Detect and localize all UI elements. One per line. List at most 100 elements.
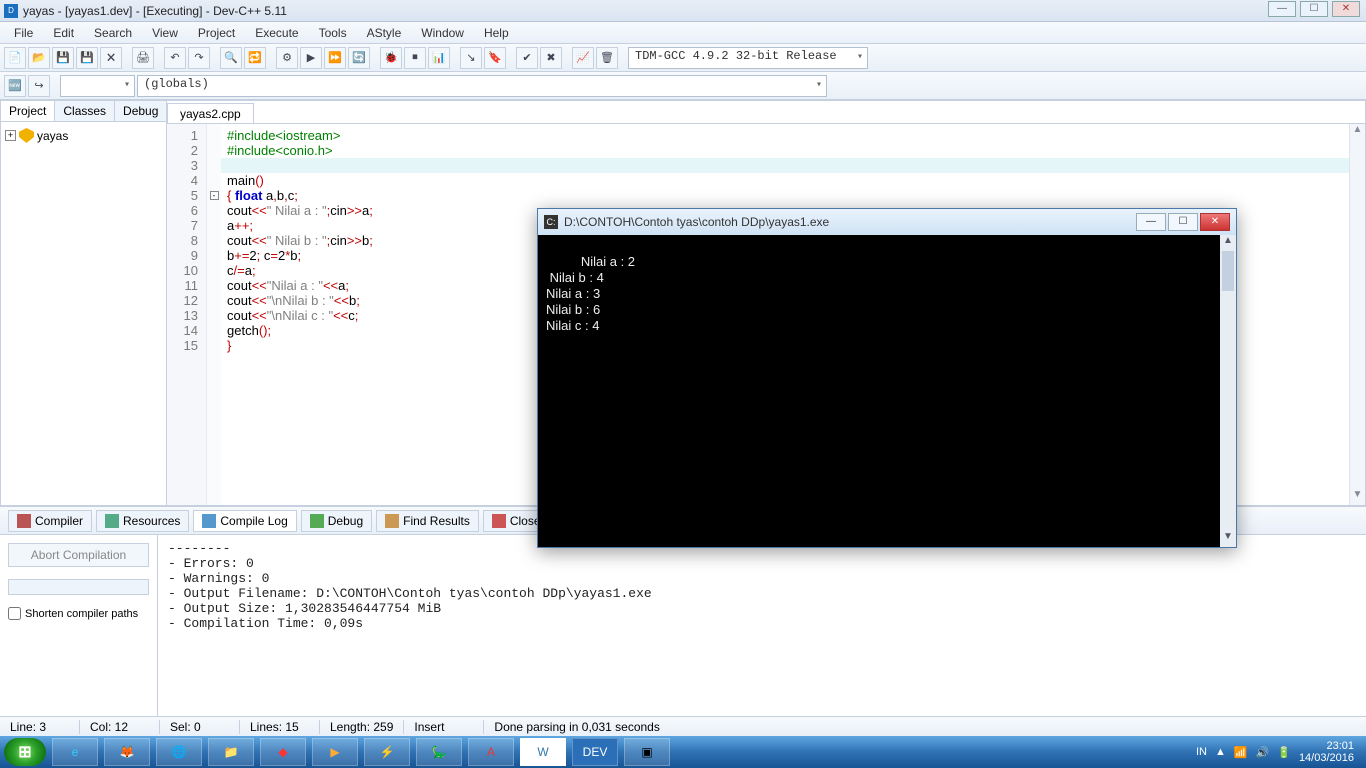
console-maximize-button[interactable]: ☐: [1168, 213, 1198, 231]
sidebar-tab-classes[interactable]: Classes: [55, 101, 115, 121]
status-mode: Insert: [404, 720, 484, 734]
tray-flag-icon[interactable]: ▲: [1215, 746, 1226, 758]
replace-icon[interactable]: 🔁: [244, 47, 266, 69]
minimize-button[interactable]: —: [1268, 1, 1296, 17]
menu-file[interactable]: File: [4, 24, 43, 42]
tray-lang[interactable]: IN: [1196, 746, 1207, 758]
console-output[interactable]: Nilai a : 2 Nilai b : 4 Nilai a : 3 Nila…: [538, 235, 1236, 547]
expand-icon[interactable]: +: [5, 130, 16, 141]
sidebar-tab-debug[interactable]: Debug: [115, 101, 167, 121]
goto-class-icon[interactable]: ↪: [28, 75, 50, 97]
windows-taskbar[interactable]: ⊞ e 🦊 🌐 📁 ◆ ▶ ⚡ 🦕 A W DEV ▣ IN ▲ 📶 🔊 🔋 2…: [0, 736, 1366, 768]
scroll-thumb[interactable]: [1222, 251, 1234, 291]
scroll-up-icon[interactable]: ▲: [1220, 235, 1236, 251]
console-close-button[interactable]: ✕: [1200, 213, 1230, 231]
menu-window[interactable]: Window: [411, 24, 474, 42]
tray-clock[interactable]: 23:01 14/03/2016: [1299, 740, 1354, 764]
shorten-paths-input[interactable]: [8, 607, 21, 620]
compile-icon[interactable]: ⚙: [276, 47, 298, 69]
scroll-up-icon[interactable]: ▲: [1350, 124, 1365, 140]
taskbar-app-chrome[interactable]: 🌐: [156, 738, 202, 766]
menu-astyle[interactable]: AStyle: [357, 24, 412, 42]
open-file-icon[interactable]: 📂: [28, 47, 50, 69]
scroll-down-icon[interactable]: ▼: [1350, 489, 1365, 505]
window-titlebar: D yayas - [yayas1.dev] - [Executing] - D…: [0, 0, 1366, 22]
project-icon: [19, 128, 34, 143]
compile-log-output[interactable]: -------- - Errors: 0 - Warnings: 0 - Out…: [158, 535, 1366, 716]
check-icon[interactable]: ✔: [516, 47, 538, 69]
rebuild-icon[interactable]: 🔄: [348, 47, 370, 69]
system-tray[interactable]: IN ▲ 📶 🔊 🔋 23:01 14/03/2016: [1188, 740, 1362, 764]
print-icon[interactable]: 🖨: [132, 47, 154, 69]
close-file-icon[interactable]: 🗙: [100, 47, 122, 69]
start-button[interactable]: ⊞: [4, 738, 46, 766]
globals-select[interactable]: (globals): [137, 75, 827, 97]
abort-compilation-button[interactable]: Abort Compilation: [8, 543, 149, 567]
app-icon: D: [4, 4, 18, 18]
shorten-paths-checkbox[interactable]: Shorten compiler paths: [8, 607, 149, 620]
menu-search[interactable]: Search: [84, 24, 142, 42]
profile-icon[interactable]: 📊: [428, 47, 450, 69]
tray-volume-icon[interactable]: 🔊: [1256, 746, 1270, 759]
menu-tools[interactable]: Tools: [309, 24, 357, 42]
chart-icon[interactable]: 📈: [572, 47, 594, 69]
taskbar-app-devcpp[interactable]: DEV: [572, 738, 618, 766]
taskbar-app-pdf[interactable]: A: [468, 738, 514, 766]
scope-select[interactable]: [60, 75, 135, 97]
stop-icon[interactable]: ⏹: [404, 47, 426, 69]
console-window[interactable]: C: D:\CONTOH\Contoh tyas\contoh DDp\yaya…: [537, 208, 1237, 548]
status-line: Line: 3: [0, 720, 80, 734]
bookmark-icon[interactable]: 🔖: [484, 47, 506, 69]
new-class-icon[interactable]: 🆕: [4, 75, 26, 97]
scroll-down-icon[interactable]: ▼: [1220, 531, 1236, 547]
tray-power-icon[interactable]: 🔋: [1277, 746, 1291, 759]
save-all-icon[interactable]: 💾: [76, 47, 98, 69]
goto-icon[interactable]: ↘: [460, 47, 482, 69]
console-minimize-button[interactable]: —: [1136, 213, 1166, 231]
taskbar-app-antivirus[interactable]: ◆: [260, 738, 306, 766]
redo-icon[interactable]: ↷: [188, 47, 210, 69]
taskbar-app-explorer[interactable]: 📁: [208, 738, 254, 766]
new-file-icon[interactable]: 📄: [4, 47, 26, 69]
debug-icon[interactable]: 🐞: [380, 47, 402, 69]
taskbar-app-winamp[interactable]: ⚡: [364, 738, 410, 766]
save-icon[interactable]: 💾: [52, 47, 74, 69]
console-scrollbar[interactable]: ▲ ▼: [1220, 235, 1236, 547]
run-icon[interactable]: ▶: [300, 47, 322, 69]
close-button[interactable]: ✕: [1332, 1, 1360, 17]
bottom-tab-compile-log[interactable]: Compile Log: [193, 510, 296, 532]
bottom-tab-resources[interactable]: Resources: [96, 510, 189, 532]
undo-icon[interactable]: ↶: [164, 47, 186, 69]
taskbar-app-firefox[interactable]: 🦊: [104, 738, 150, 766]
sidebar-tab-project[interactable]: Project: [1, 101, 55, 121]
bottom-tab-debug[interactable]: Debug: [301, 510, 372, 532]
status-col: Col: 12: [80, 720, 160, 734]
file-tab-active[interactable]: yayas2.cpp: [167, 103, 254, 123]
compile-run-icon[interactable]: ⏩: [324, 47, 346, 69]
trash-icon[interactable]: 🗑: [596, 47, 618, 69]
taskbar-app-dino[interactable]: 🦕: [416, 738, 462, 766]
taskbar-app-word[interactable]: W: [520, 738, 566, 766]
menu-execute[interactable]: Execute: [245, 24, 308, 42]
status-bar: Line: 3 Col: 12 Sel: 0 Lines: 15 Length:…: [0, 716, 1366, 736]
menu-view[interactable]: View: [142, 24, 188, 42]
menu-edit[interactable]: Edit: [43, 24, 84, 42]
find-icon[interactable]: 🔍: [220, 47, 242, 69]
editor-scrollbar[interactable]: ▲ ▼: [1349, 124, 1365, 505]
tree-root-item[interactable]: + yayas: [5, 128, 162, 143]
maximize-button[interactable]: ☐: [1300, 1, 1328, 17]
compiler-select[interactable]: TDM-GCC 4.9.2 32-bit Release: [628, 47, 868, 69]
menu-help[interactable]: Help: [474, 24, 519, 42]
taskbar-app-ie[interactable]: e: [52, 738, 98, 766]
tray-network-icon[interactable]: 📶: [1234, 746, 1248, 759]
bottom-tab-compiler[interactable]: Compiler: [8, 510, 92, 532]
cancel-icon[interactable]: ✖: [540, 47, 562, 69]
console-titlebar[interactable]: C: D:\CONTOH\Contoh tyas\contoh DDp\yaya…: [538, 209, 1236, 235]
taskbar-app-console[interactable]: ▣: [624, 738, 670, 766]
project-tree[interactable]: + yayas: [1, 122, 166, 505]
taskbar-app-media[interactable]: ▶: [312, 738, 358, 766]
toolbar-classes: 🆕 ↪ (globals): [0, 72, 1366, 100]
console-title-text: D:\CONTOH\Contoh tyas\contoh DDp\yayas1.…: [564, 215, 829, 229]
bottom-tab-find-results[interactable]: Find Results: [376, 510, 479, 532]
menu-project[interactable]: Project: [188, 24, 245, 42]
